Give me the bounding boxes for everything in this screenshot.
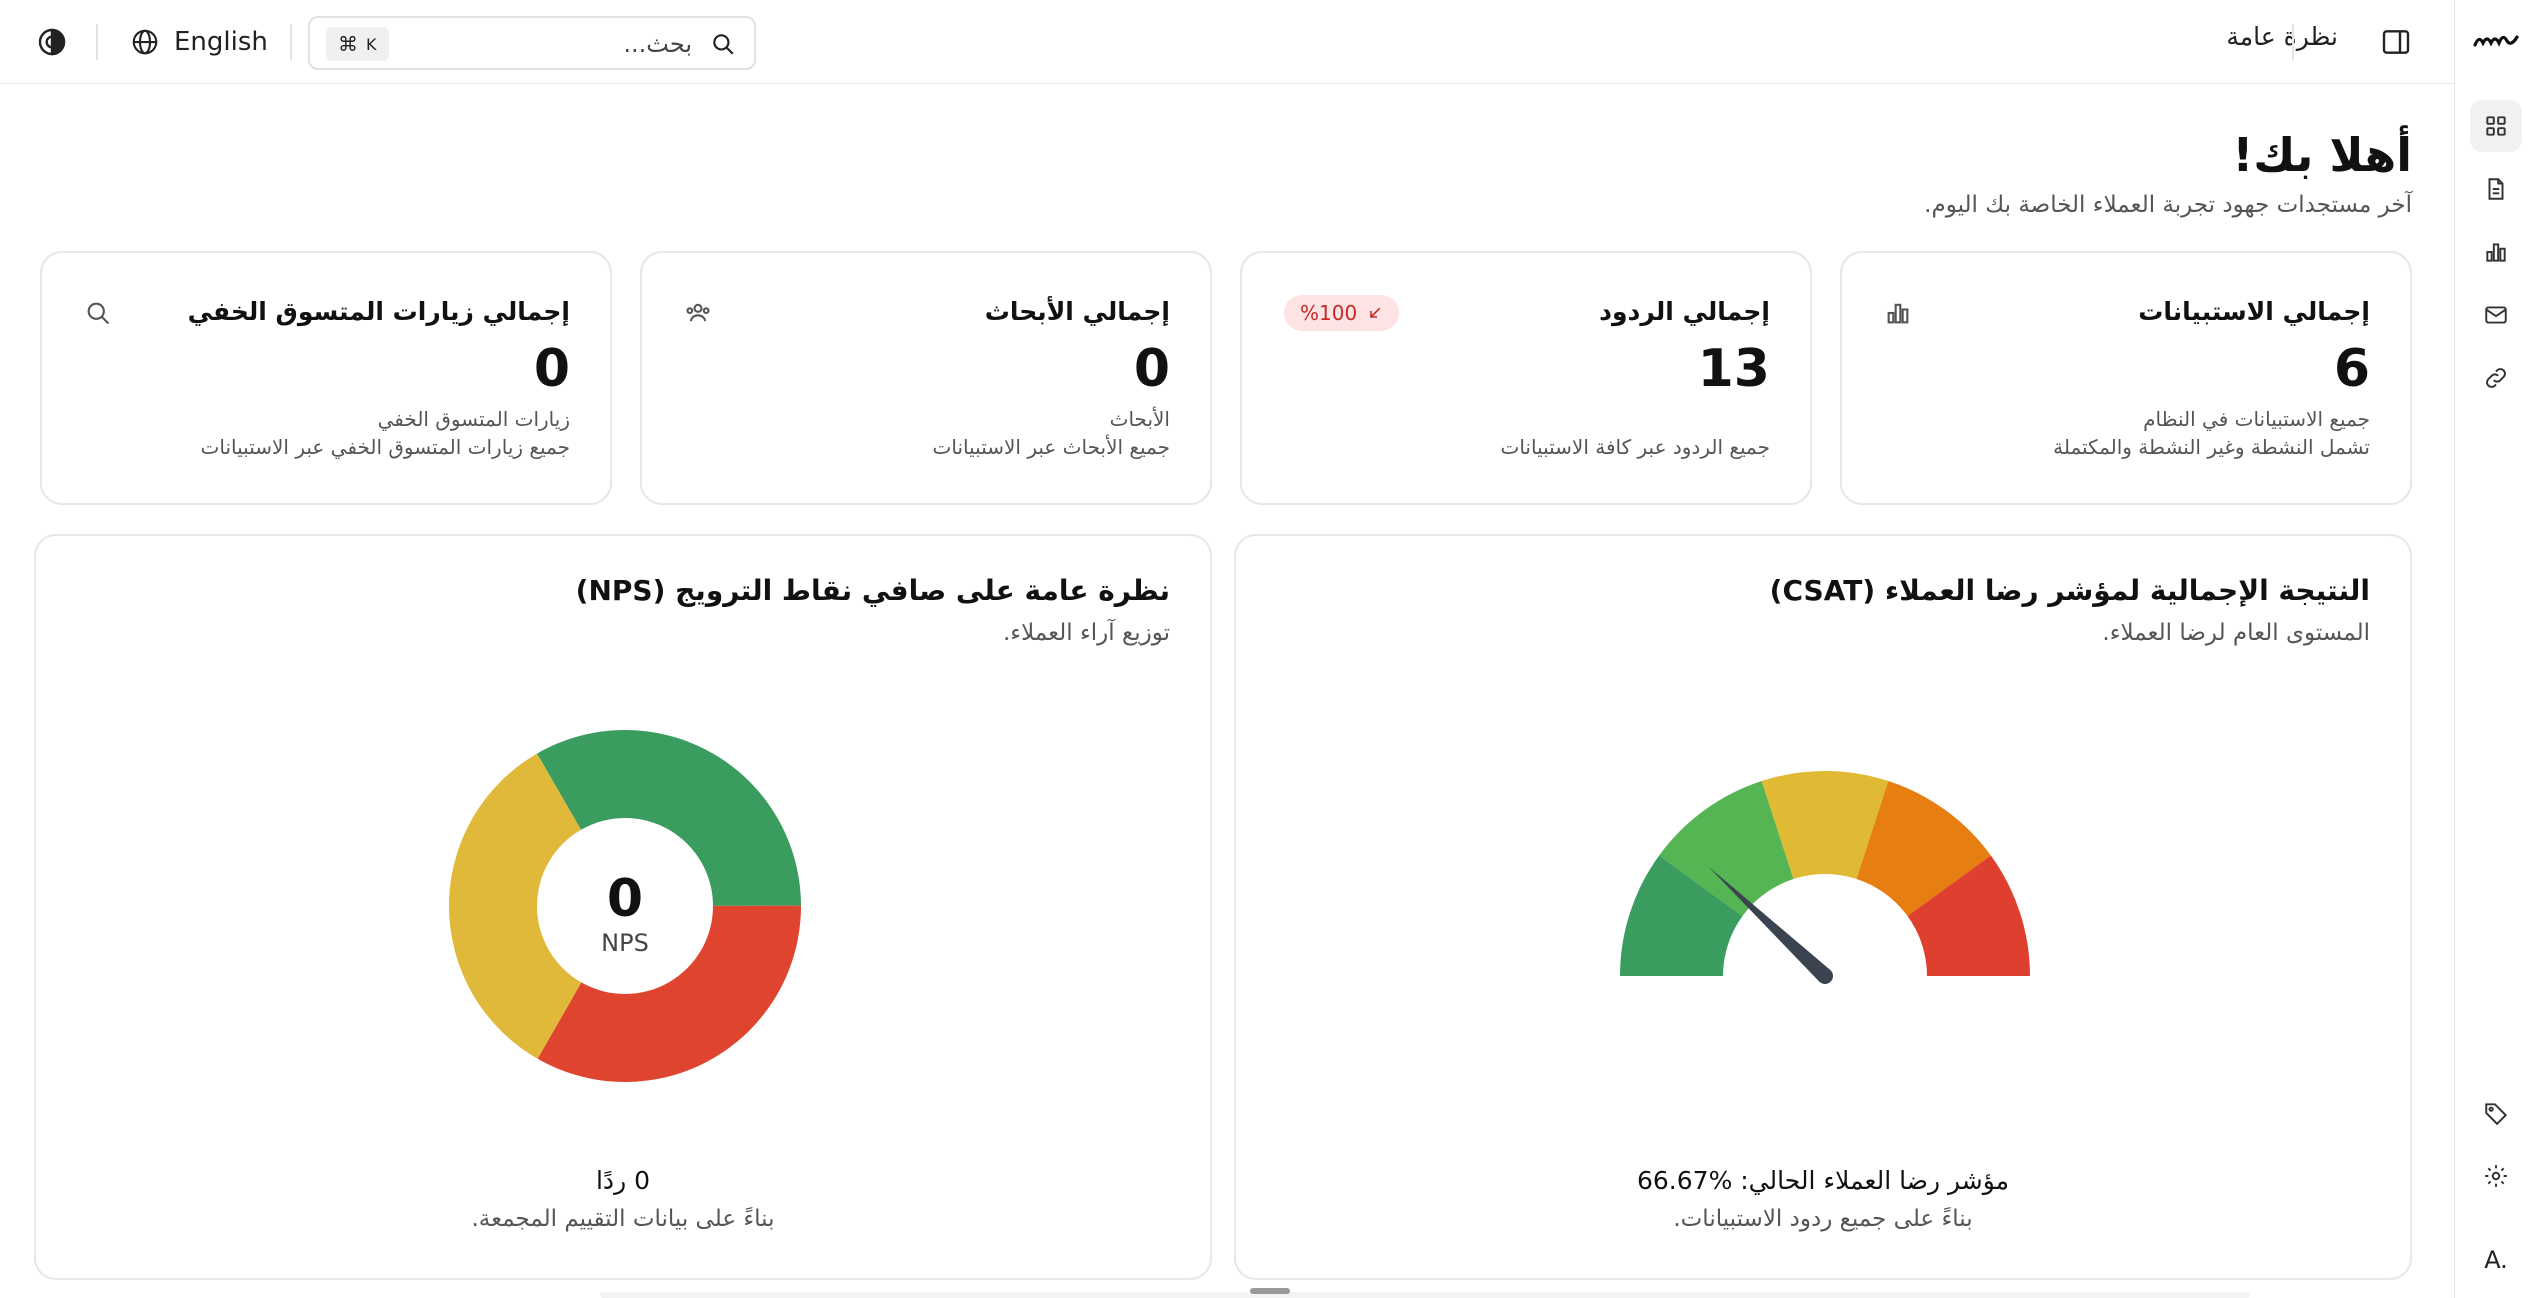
csat-title: النتيجة الإجمالية لمؤشر رضا العملاء (CSA… (1769, 574, 2370, 607)
search-icon (713, 34, 734, 55)
trend-badge-value: %100 (1300, 301, 1358, 325)
globe-icon (132, 29, 158, 55)
language-label: English (174, 27, 268, 57)
stat-value: 13 (1697, 339, 1770, 399)
page-breadcrumb: نظرة عامة (2226, 22, 2338, 51)
grid-icon (2486, 116, 2506, 136)
gear-icon (2485, 1165, 2507, 1187)
sidebar-item-messages[interactable] (2470, 289, 2522, 341)
theme-toggle-button[interactable] (36, 26, 68, 58)
divider (290, 24, 292, 60)
csat-subtitle: المستوى العام لرضا العملاء. (2102, 620, 2370, 646)
stat-title: إجمالي الأبحاث (984, 297, 1170, 326)
csat-gauge-chart (1620, 771, 2030, 984)
stat-value: 0 (1133, 339, 1170, 399)
stat-card-mystery-shopper[interactable]: إجمالي زيارات المتسوق الخفي 0 زيارات الم… (40, 251, 612, 505)
sidebar-item-tags[interactable] (2470, 1087, 2522, 1139)
stat-title: إجمالي زيارات المتسوق الخفي (187, 297, 570, 326)
nps-center-label: NPS (601, 929, 649, 957)
stat-sub: جميع الردود عبر كافة الاستبيانات (1500, 435, 1770, 459)
sidebar-item-links[interactable] (2470, 352, 2522, 404)
contrast-icon (38, 28, 66, 56)
scroll-handle[interactable] (1250, 1288, 1290, 1294)
sidebar-item-surveys[interactable] (2470, 163, 2522, 215)
divider (96, 24, 98, 60)
stat-value: 0 (533, 339, 570, 399)
stat-sub: جميع الاستبيانات في النظام (2143, 407, 2370, 431)
top-bar: نظرة عامة English ⌘ K بحث... (0, 0, 2454, 84)
stat-sub: الأبحاث (1109, 407, 1170, 431)
stat-card-research[interactable]: إجمالي الأبحاث 0 الأبحاث جميع الأبحاث عب… (640, 251, 1212, 505)
csat-footnote: بناءً على جميع ردود الاستبيانات. (1673, 1206, 1973, 1232)
link-icon (2486, 368, 2506, 388)
divider (2292, 24, 2294, 60)
user-avatar[interactable]: A. (2470, 1234, 2522, 1286)
sidebar-item-dashboard[interactable] (2470, 100, 2522, 152)
stat-sub: زيارات المتسوق الخفي (377, 407, 570, 431)
stat-value: 6 (2333, 339, 2370, 399)
bar-chart-icon (1887, 303, 1909, 324)
search-placeholder: بحث... (623, 30, 692, 58)
stat-title: إجمالي الاستبيانات (2138, 297, 2370, 326)
horizontal-scroll-track[interactable] (600, 1292, 2250, 1298)
mail-icon (2485, 306, 2507, 324)
sidebar-item-settings[interactable] (2470, 1150, 2522, 1202)
nps-center-value: 0 (607, 869, 643, 929)
donut-slice (537, 905, 801, 1082)
toggle-sidebar-button[interactable] (2380, 26, 2412, 58)
donut-slice (537, 730, 801, 906)
app-logo[interactable] (2471, 18, 2521, 64)
gauge-hub (1817, 968, 1833, 984)
sidebar-item-reports[interactable] (2470, 226, 2522, 278)
shortcut-cmd: ⌘ (338, 32, 358, 56)
stat-sub: تشمل النشطة وغير النشطة والمكتملة (2053, 435, 2370, 459)
sidebar-toggle-icon (2382, 30, 2410, 54)
arrow-down-left-icon (1370, 307, 1381, 318)
users-icon (686, 303, 710, 322)
csat-current-value: مؤشر رضا العملاء الحالي: %66.67 (1636, 1166, 2010, 1195)
logo-icon (2473, 35, 2519, 47)
nps-footnote: بناءً على بيانات التقييم المجمعة. (471, 1206, 775, 1232)
trend-badge: %100 (1284, 295, 1400, 331)
search-icon (87, 302, 110, 325)
nps-response-count: 0 ردًا (595, 1166, 650, 1195)
main-content: أهلا بك! آخر مستجدات جهود تجربة العملاء … (0, 84, 2454, 1298)
stat-card-surveys[interactable]: إجمالي الاستبيانات 6 جميع الاستبيانات في… (1840, 251, 2412, 505)
page-title: أهلا بك! (2232, 128, 2412, 182)
shortcut-hint: ⌘ K (326, 27, 389, 61)
language-button[interactable]: English (130, 20, 268, 64)
document-icon (2488, 178, 2504, 200)
stat-title: إجمالي الردود (1599, 297, 1770, 326)
nps-panel: نظرة عامة على صافي نقاط الترويج (NPS) تو… (34, 534, 1212, 1280)
sidebar: A. (2454, 0, 2536, 1298)
nps-subtitle: توزيع آراء العملاء. (1003, 620, 1170, 646)
bar-chart-icon (2486, 243, 2506, 262)
stat-card-responses[interactable]: إجمالي الردود 13 جميع الردود عبر كافة ال… (1240, 251, 1812, 505)
search-input[interactable]: ⌘ K بحث... (308, 16, 756, 70)
nps-donut-chart: 0 NPS (449, 730, 801, 1082)
donut-slice (449, 753, 582, 1059)
stat-sub: جميع زيارات المتسوق الخفي عبر الاستبيانا… (200, 435, 570, 459)
stat-sub: جميع الأبحاث عبر الاستبيانات (932, 435, 1170, 459)
shortcut-key: K (366, 34, 377, 54)
nps-title: نظرة عامة على صافي نقاط الترويج (NPS) (575, 574, 1170, 607)
csat-panel: النتيجة الإجمالية لمؤشر رضا العملاء (CSA… (1234, 534, 2412, 1280)
page-subtitle: آخر مستجدات جهود تجربة العملاء الخاصة بك… (1924, 192, 2412, 218)
tag-icon (2485, 1103, 2508, 1126)
